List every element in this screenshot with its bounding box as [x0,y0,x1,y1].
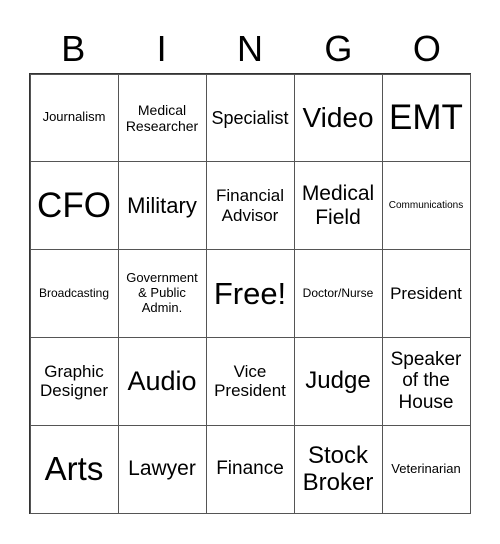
header-letter-o: O [412,28,441,69]
bingo-cell[interactable]: Specialist [205,73,295,163]
header-letter-i: I [156,28,167,69]
header-letter-g: G [324,28,353,69]
bingo-cell[interactable]: Veterinarian [381,424,471,514]
bingo-cell[interactable]: President [381,249,471,338]
bingo-cell[interactable]: Audio [117,336,207,426]
bingo-cell[interactable]: Financial Advisor [205,161,295,251]
bingo-cell[interactable]: Lawyer [117,424,207,514]
bingo-cell[interactable]: Medical Researcher [117,73,207,163]
bingo-cell[interactable]: Graphic Designer [29,336,119,426]
bingo-cell[interactable]: Journalism [29,73,119,163]
bingo-cell[interactable]: CFO [29,161,119,251]
bingo-grid: Journalism Medical Researcher Specialist… [29,73,471,514]
bingo-cell[interactable]: Medical Field [293,161,383,251]
bingo-cell[interactable]: Speaker of the House [381,336,471,426]
bingo-header: B I N G O [29,26,471,72]
bingo-cell[interactable]: EMT [381,73,471,163]
bingo-cell[interactable]: Stock Broker [293,424,383,514]
bingo-cell[interactable]: Broadcasting [29,249,119,338]
bingo-cell[interactable]: Doctor/Nurse [293,249,383,338]
bingo-cell[interactable]: Video [293,73,383,163]
header-letter-n: N [237,28,264,69]
bingo-cell[interactable]: Communications [381,161,471,251]
bingo-cell[interactable]: Arts [29,424,119,514]
bingo-cell[interactable]: Military [117,161,207,251]
free-space-cell[interactable]: Free! [205,249,295,338]
header-letter-b: B [61,28,86,69]
bingo-cell[interactable]: Judge [293,336,383,426]
bingo-cell[interactable]: Vice President [205,336,295,426]
bingo-cell[interactable]: Finance [205,424,295,514]
bingo-cell[interactable]: Government & Public Admin. [117,249,207,338]
